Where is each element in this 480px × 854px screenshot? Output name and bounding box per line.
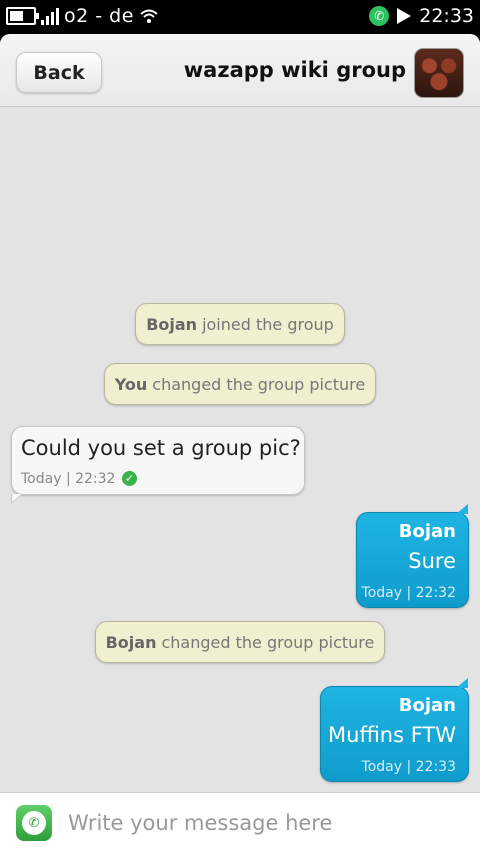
status-bar: o2 - de ✆ 22:33 <box>0 0 480 34</box>
message-input[interactable] <box>68 805 468 841</box>
message-text: Could you set a group pic? <box>21 436 301 460</box>
message-text: Sure <box>408 549 456 573</box>
notice-action: joined the group <box>202 314 334 334</box>
wifi-icon <box>140 9 158 23</box>
outgoing-message[interactable]: Bojan Sure Today | 22:32 <box>356 504 469 608</box>
chat-screen: Back wazapp wiki group Bojan joined the … <box>0 34 480 854</box>
incoming-message[interactable]: Could you set a group pic? Today | 22:32… <box>11 426 305 504</box>
notice-actor: You <box>114 374 148 394</box>
message-text: Muffins FTW <box>328 723 456 747</box>
system-notice: Bojan changed the group picture <box>95 621 385 663</box>
flag-icon <box>397 8 412 24</box>
message-sender: Bojan <box>398 695 456 716</box>
signal-icon <box>41 7 59 25</box>
message-timestamp: Today | 22:32 <box>21 471 116 487</box>
notice-action: changed the group picture <box>152 374 366 394</box>
carrier-name: o2 - de <box>64 5 134 27</box>
message-composer: ✆ <box>0 792 480 854</box>
group-avatar[interactable] <box>414 48 464 98</box>
message-sender: Bojan <box>398 521 456 542</box>
message-timestamp: Today | 22:33 <box>361 759 456 775</box>
system-notice: You changed the group picture <box>104 363 376 405</box>
outgoing-message[interactable]: Bojan Muffins FTW Today | 22:33 <box>320 678 469 782</box>
message-timestamp: Today | 22:32 <box>361 585 456 601</box>
group-title: wazapp wiki group <box>183 58 406 82</box>
notice-actor: Bojan <box>105 632 157 652</box>
status-time: 22:33 <box>419 5 474 27</box>
back-button[interactable]: Back <box>16 52 102 93</box>
notice-actor: Bojan <box>146 314 198 334</box>
chat-header: Back wazapp wiki group <box>0 34 480 107</box>
battery-icon <box>6 7 39 25</box>
delivered-check-icon: ✓ <box>122 471 137 486</box>
system-notice: Bojan joined the group <box>135 303 345 345</box>
whatsapp-icon: ✆ <box>369 6 390 26</box>
whatsapp-logo-icon[interactable]: ✆ <box>16 805 52 841</box>
notice-action: changed the group picture <box>161 632 375 652</box>
